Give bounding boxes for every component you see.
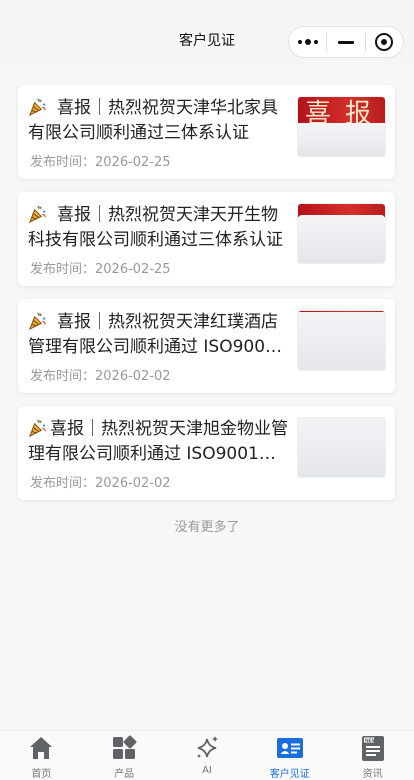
more-dots-icon	[297, 39, 318, 45]
list-end-text: 没有更多了	[174, 520, 240, 535]
close-button[interactable]	[366, 27, 403, 57]
tab-label: 产品	[114, 769, 135, 780]
tab-testimonials[interactable]: 客户见证	[248, 731, 331, 780]
article-card[interactable]: 喜报｜热烈祝贺天津天开生物科技有限公司顺利通过三体系认证 发布时间：2026-0…	[18, 192, 395, 286]
id-card-icon	[276, 738, 303, 758]
tab-products[interactable]: 产品	[83, 731, 166, 780]
grid-icon	[113, 735, 137, 759]
party-popper-icon	[29, 98, 46, 116]
article-thumbnail	[297, 417, 386, 478]
publish-date: 发布时间：2026-02-25	[30, 155, 171, 170]
article-list: 喜报｜热烈祝贺天津华北家具有限公司顺利通过三体系认证 发布时间：2026-02-…	[18, 85, 395, 513]
party-popper-icon	[29, 312, 46, 330]
article-thumbnail	[297, 310, 386, 371]
tab-label: AI	[202, 765, 212, 776]
article-title: 喜报｜热烈祝贺天津旭金物业管理有限公司顺利通过 ISO9001认证	[28, 419, 288, 464]
article-card[interactable]: 喜报｜热烈祝贺天津华北家具有限公司顺利通过三体系认证 发布时间：2026-02-…	[18, 85, 395, 179]
party-popper-icon	[29, 419, 46, 437]
article-card[interactable]: 喜报｜热烈祝贺天津红璞酒店管理有限公司顺利通过 ISO9001认证 发布时间：2…	[18, 299, 395, 393]
minimize-icon	[337, 40, 354, 44]
more-button[interactable]	[289, 27, 326, 57]
article-title: 喜报｜热烈祝贺天津华北家具有限公司顺利通过三体系认证	[28, 98, 278, 143]
tab-bar: 首页 产品 AI 客户见证 NEW 资讯	[0, 730, 414, 780]
article-title: 喜报｜热烈祝贺天津天开生物科技有限公司顺利通过三体系认证	[28, 205, 283, 250]
tab-ai[interactable]: AI	[166, 731, 249, 780]
article-thumbnail	[297, 203, 386, 264]
article-thumbnail: 喜报	[297, 96, 386, 157]
tab-label: 客户见证	[269, 769, 310, 780]
home-icon	[30, 737, 53, 759]
minimize-button[interactable]	[327, 27, 364, 57]
tab-home[interactable]: 首页	[0, 731, 83, 780]
content-area: 喜报｜热烈祝贺天津华北家具有限公司顺利通过三体系认证 发布时间：2026-02-…	[0, 64, 414, 730]
publish-date: 发布时间：2026-02-25	[30, 262, 171, 277]
article-card[interactable]: 喜报｜热烈祝贺天津旭金物业管理有限公司顺利通过 ISO9001认证 发布时间：2…	[18, 406, 395, 500]
publish-date: 发布时间：2026-02-02	[30, 476, 171, 491]
mini-program-capsule	[288, 26, 404, 58]
navigation-bar: 客户见证	[0, 0, 414, 64]
article-title: 喜报｜热烈祝贺天津红璞酒店管理有限公司顺利通过 ISO9001认证	[28, 312, 278, 357]
tab-label: 资讯	[362, 769, 383, 780]
sparkle-icon	[196, 736, 218, 758]
party-popper-icon	[29, 205, 46, 223]
target-close-icon	[375, 33, 394, 51]
tab-news[interactable]: NEW 资讯	[331, 731, 414, 780]
tab-label: 首页	[31, 769, 52, 780]
news-icon: NEW	[361, 736, 384, 761]
svg-text:NEW: NEW	[365, 738, 377, 744]
publish-date: 发布时间：2026-02-02	[30, 369, 171, 384]
